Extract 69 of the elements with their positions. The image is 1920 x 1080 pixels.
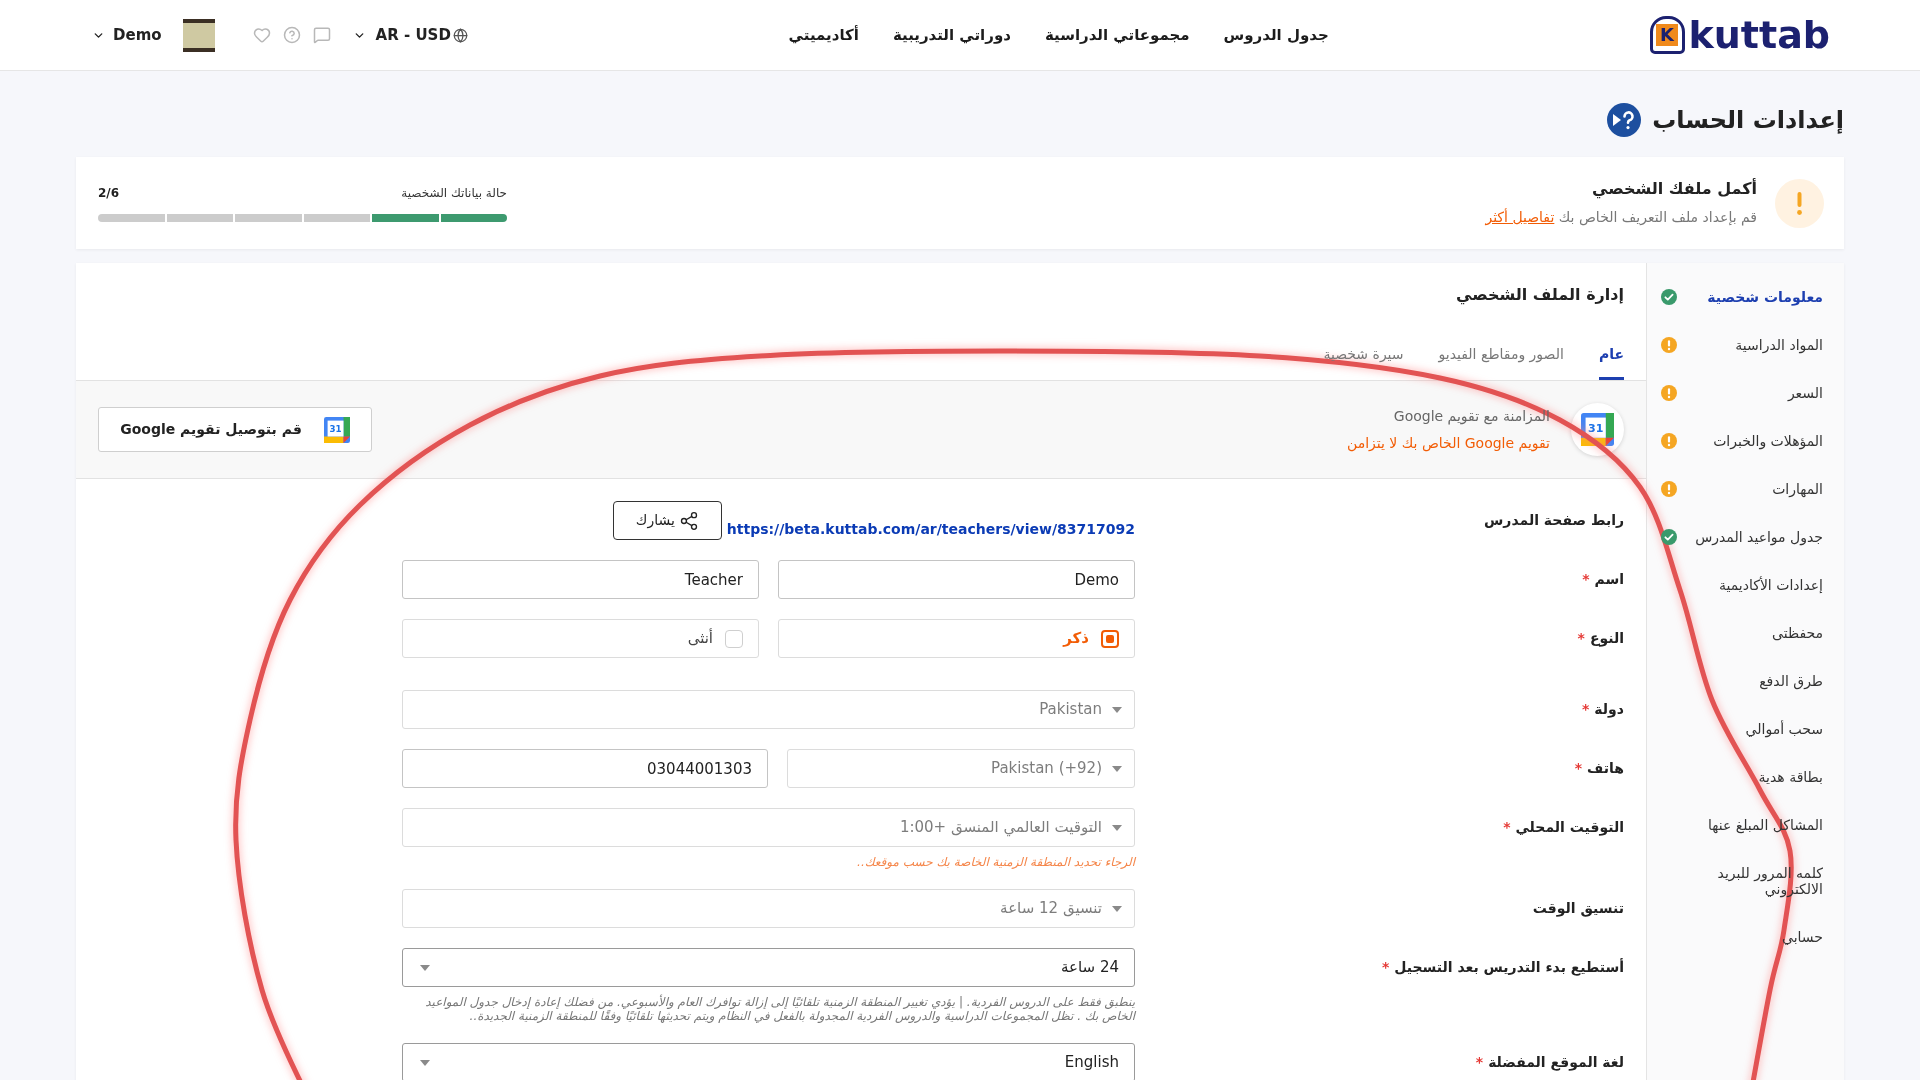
field-label: هاتف — [1587, 759, 1624, 778]
sidebar-item[interactable]: سحب أموالي — [1661, 705, 1823, 753]
nav-link[interactable]: مجموعاتي الدراسية — [1044, 23, 1190, 47]
progress-count: 2/6 — [98, 185, 120, 202]
required-mark: * — [1582, 570, 1590, 589]
sidebar-item[interactable]: طرق الدفع — [1661, 657, 1823, 705]
globe-icon — [452, 27, 468, 43]
page-title: إعدادات الحساب — [1652, 105, 1844, 136]
calendar-icon: 31 — [323, 416, 350, 443]
sync-status: تقويم Google الخاص بك لا يتزامن — [1347, 433, 1550, 454]
locale-menu[interactable]: AR - USD — [352, 23, 468, 47]
profile-link[interactable]: https://beta.kuttab.com/ar/teachers/view/83717092 — [726, 520, 1135, 538]
sidebar-item[interactable]: المواد الدراسية — [1661, 321, 1823, 369]
field-label: رابط صفحة المدرس — [1484, 511, 1624, 530]
field-label: تنسيق الوقت — [1532, 899, 1624, 919]
sidebar-item[interactable]: محفظتى — [1661, 609, 1823, 657]
nav-link[interactable]: أكاديميتي — [788, 23, 859, 47]
photo-placeholder — [182, 18, 215, 52]
field-label: التوقيت المحلي — [1515, 818, 1624, 838]
chat-icon[interactable] — [312, 26, 331, 44]
nav-link[interactable]: دوراتي التدريبية — [892, 23, 1011, 47]
panel-title: إدارة الملف الشخصي — [1454, 284, 1625, 307]
tab[interactable]: الصور ومقاطع الفيديو — [1438, 344, 1564, 380]
logo-text: kuttab — [1688, 16, 1830, 54]
caret-icon — [1112, 706, 1122, 713]
nav-link[interactable]: جدول الدروس — [1223, 23, 1329, 47]
tab[interactable]: سيرة شخصية — [1323, 344, 1404, 380]
required-mark: * — [1381, 958, 1390, 977]
text-field[interactable]: 03044001303 — [402, 749, 768, 788]
text-field[interactable]: Teacher — [402, 560, 759, 599]
caret-icon — [1112, 824, 1122, 831]
required-mark: * — [1503, 818, 1511, 837]
banner-description: قم بإعداد ملف التعريف الخاص بك تفاصيل أكثر — [1485, 207, 1757, 228]
field-label: لغة الموقع المفضلة — [1488, 1053, 1624, 1073]
sidebar-item[interactable]: إعدادات الأكاديمية — [1661, 561, 1823, 609]
share-button[interactable]: يشارك — [612, 501, 722, 540]
select-field[interactable]: 24 ساعة — [402, 948, 1135, 987]
warning-icon — [1775, 178, 1824, 228]
sidebar-item[interactable]: بطاقة هدية — [1661, 753, 1823, 801]
sidebar-item[interactable]: جدول مواعيد المدرس — [1661, 513, 1823, 561]
required-mark: * — [1582, 700, 1590, 719]
field-label: دولة — [1594, 700, 1624, 720]
field-label: اسم — [1594, 570, 1624, 589]
caret-icon — [1112, 765, 1122, 772]
sidebar-item[interactable]: معلومات شخصية — [1661, 273, 1823, 321]
progress-label: حالة بياناتك الشخصية — [401, 185, 507, 202]
heart-icon[interactable] — [252, 26, 271, 44]
required-mark: * — [1574, 759, 1583, 778]
banner-title: أكمل ملفك الشخصي — [1590, 178, 1757, 200]
required-mark: * — [1475, 1053, 1484, 1072]
sidebar-item[interactable]: المهارات — [1661, 465, 1823, 513]
field-label: النوع — [1589, 629, 1624, 649]
sidebar-item[interactable]: السعر — [1661, 369, 1823, 417]
caret-icon — [1112, 905, 1122, 912]
caret-icon — [420, 1059, 430, 1066]
logo-mark: K — [1649, 16, 1685, 54]
caret-icon — [420, 964, 430, 971]
field-label: أستطيع بدء التدريس بعد التسجيل — [1394, 957, 1624, 978]
text-field[interactable]: Demo — [778, 560, 1135, 599]
field-hint: الرجاء تحديد المنطقة الزمنية الخاصة بك حسب موقعك.. — [856, 855, 1135, 869]
user-menu[interactable]: Demo — [92, 23, 162, 47]
share-icon — [678, 510, 699, 531]
required-mark: * — [1577, 629, 1585, 648]
select-field[interactable]: English — [402, 1043, 1135, 1080]
sync-title: المزامنة مع تقويم Google — [1392, 406, 1550, 427]
help-icon[interactable] — [1607, 103, 1642, 137]
sidebar-item[interactable]: المؤهلات والخبرات — [1661, 417, 1823, 465]
field-hint: ينطبق فقط على الدروس الفردية. | يؤدي تغيير المنطقة الزمنية تلقائيًا إلى إزالة توافرك العام والأسبوعي. من فضلك إعادة إدخال جدول المواعيد الخاص بك . تظل المجموعات الدراسية والدروس الفردية المجدولة بالفعل في النظام ويتم تحديثها تلقائيًا وفقًا للمنطقة الزمنية الجديدة.. — [424, 995, 1135, 1023]
radio-option[interactable]: أنثى — [402, 619, 759, 658]
